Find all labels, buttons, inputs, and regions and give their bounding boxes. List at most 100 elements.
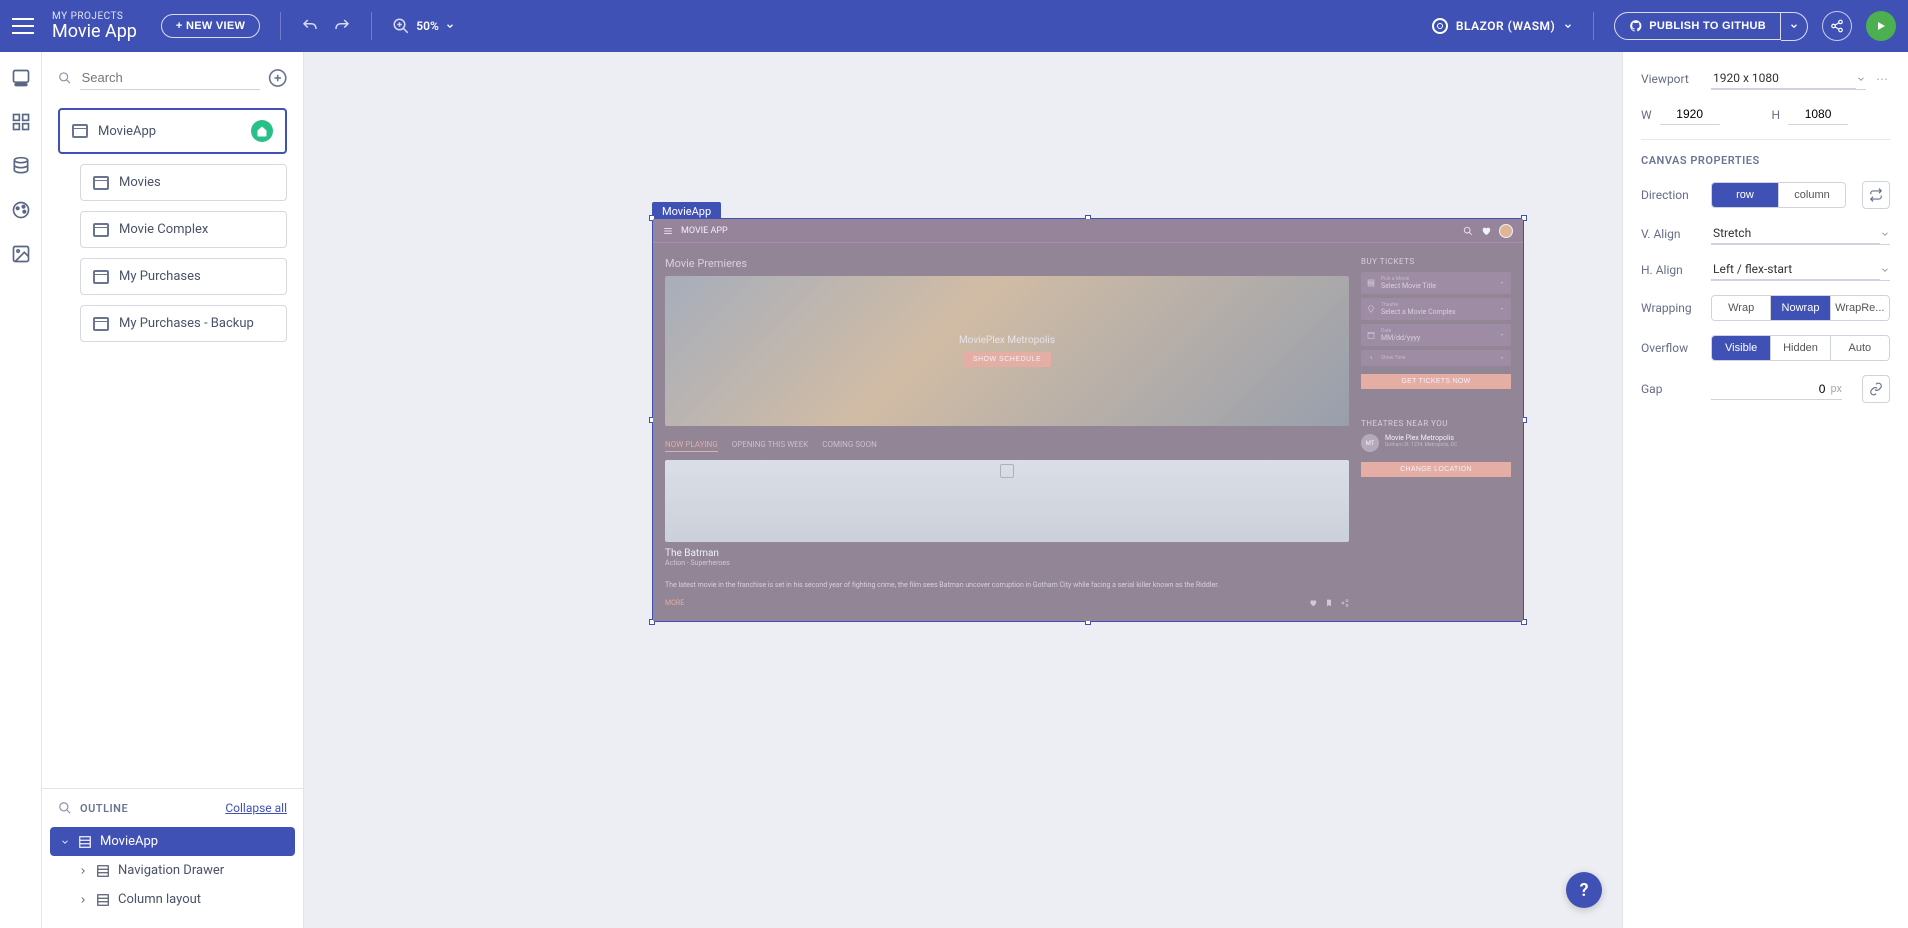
outline-header: OUTLINE	[80, 802, 128, 815]
ticket-field: Show Time	[1361, 350, 1511, 366]
search-icon	[1463, 226, 1473, 236]
chevron-down-icon	[1499, 332, 1505, 338]
swap-direction-button[interactable]	[1862, 181, 1890, 209]
left-panel: MovieApp Movies Movie Complex My Purchases M…	[42, 52, 304, 928]
ticket-field: TheatreSelect a Movie Complex	[1361, 298, 1511, 320]
chevron-down-icon	[1880, 229, 1890, 239]
segment-option[interactable]: Auto	[1831, 336, 1889, 360]
properties-panel: Viewport 1920 x 1080 ⋯ W H CANVAS PROPER…	[1622, 52, 1908, 928]
view-item[interactable]: My Purchases	[80, 258, 287, 295]
movie-description: The latest movie in the franchise is set…	[665, 581, 1349, 591]
outline-name: MovieApp	[100, 834, 158, 849]
preview-app: MOVIE APP Movie Premieres MoviePlex Metr…	[653, 219, 1523, 621]
chevron-icon	[78, 866, 88, 876]
publish-label: PUBLISH TO GITHUB	[1649, 20, 1766, 32]
view-item[interactable]: Movies	[80, 164, 287, 201]
chevron-icon	[78, 895, 88, 905]
chevron-down-icon	[445, 21, 455, 31]
publish-button[interactable]: PUBLISH TO GITHUB	[1614, 12, 1781, 40]
change-location-button: CHANGE LOCATION	[1361, 462, 1511, 477]
view-name: Movie Complex	[119, 222, 208, 237]
field-icon	[1367, 305, 1375, 313]
collapse-all-link[interactable]: Collapse all	[225, 801, 287, 815]
field-value: Select a Movie Complex	[1381, 308, 1493, 316]
undo-icon[interactable]	[301, 17, 319, 35]
theme-icon[interactable]	[11, 200, 31, 220]
project-breadcrumb[interactable]: MY PROJECTS Movie App	[52, 11, 137, 42]
view-item[interactable]: Movie Complex	[80, 211, 287, 248]
ticket-field: DateMM/dd/yyyy	[1361, 324, 1511, 346]
view-icon	[72, 124, 88, 138]
run-button[interactable]	[1866, 11, 1896, 41]
zoom-control[interactable]: 50%	[392, 17, 455, 35]
segment-option[interactable]: Hidden	[1771, 336, 1830, 360]
search-input[interactable]	[80, 66, 260, 90]
new-view-button[interactable]: + NEW VIEW	[161, 14, 260, 38]
help-button[interactable]: ?	[1566, 872, 1602, 908]
viewport-select[interactable]: 1920 x 1080	[1711, 68, 1866, 90]
share-button[interactable]	[1822, 11, 1852, 41]
view-name: Movies	[119, 175, 161, 190]
framework-selector[interactable]: BLAZOR (WASM)	[1432, 18, 1573, 34]
add-view-icon[interactable]	[268, 68, 287, 88]
gap-input[interactable]	[1768, 379, 1828, 399]
theatre-address: Gotham St. 1234, Metropolis, DC	[1385, 442, 1457, 448]
outline-item[interactable]: Column layout	[50, 885, 295, 914]
view-icon	[93, 317, 109, 331]
separator	[1593, 12, 1594, 40]
separator	[371, 12, 372, 40]
segment-option[interactable]: WrapRe...	[1831, 296, 1889, 320]
theatre-badge: MT	[1361, 434, 1379, 452]
field-icon	[1367, 279, 1375, 287]
gap-label: Gap	[1641, 382, 1701, 396]
redo-icon[interactable]	[333, 17, 351, 35]
data-icon[interactable]	[11, 156, 31, 176]
publish-dropdown[interactable]	[1781, 12, 1808, 41]
viewport-more-icon[interactable]: ⋯	[1876, 72, 1890, 86]
assets-icon[interactable]	[11, 244, 31, 264]
preview-tab: NOW PLAYING	[665, 440, 718, 452]
view-name: My Purchases - Backup	[119, 316, 254, 331]
chevron-down-icon	[1856, 74, 1866, 84]
upload-icon	[1000, 464, 1014, 478]
halign-select[interactable]: Left / flex-start	[1711, 259, 1890, 281]
project-name: Movie App	[52, 22, 137, 42]
preview-topbar: MOVIE APP	[653, 219, 1523, 243]
segment-option[interactable]: column	[1779, 183, 1845, 207]
gap-unit: px	[1830, 382, 1842, 395]
preview-tab: OPENING THIS WEEK	[732, 440, 809, 452]
heart-icon	[1309, 599, 1317, 607]
outline-item[interactable]: MovieApp	[50, 827, 295, 856]
play-icon	[1875, 20, 1887, 32]
chevron-down-icon	[1563, 21, 1573, 31]
gap-lock-button[interactable]	[1862, 375, 1890, 403]
search-icon	[58, 801, 72, 815]
outline-item[interactable]: Navigation Drawer	[50, 856, 295, 885]
layout-icon	[78, 835, 92, 849]
segment-option[interactable]: Nowrap	[1771, 296, 1830, 320]
canvas[interactable]: MovieApp MOVIE APP	[304, 52, 1622, 928]
components-icon[interactable]	[11, 112, 31, 132]
valign-select[interactable]: Stretch	[1711, 223, 1890, 245]
width-input[interactable]	[1660, 104, 1720, 125]
home-badge	[251, 120, 273, 142]
height-input[interactable]	[1788, 104, 1848, 125]
segment-option[interactable]: Visible	[1712, 336, 1771, 360]
canvas-frame[interactable]: MOVIE APP Movie Premieres MoviePlex Metr…	[652, 218, 1524, 622]
width-label: W	[1641, 108, 1652, 122]
field-value: MM/dd/yyyy	[1381, 334, 1493, 342]
viewport-value: 1920 x 1080	[1711, 68, 1856, 89]
github-icon	[1629, 19, 1643, 33]
segment-option[interactable]: Wrap	[1712, 296, 1771, 320]
avatar	[1499, 224, 1513, 238]
view-item[interactable]: MovieApp	[58, 108, 287, 154]
share-icon	[1830, 19, 1844, 33]
halign-value: Left / flex-start	[1711, 259, 1880, 280]
view-item[interactable]: My Purchases - Backup	[80, 305, 287, 342]
segment-option[interactable]: row	[1712, 183, 1779, 207]
theatre-name: Movie Plex Metropolis	[1385, 434, 1457, 442]
menu-icon[interactable]	[12, 18, 34, 34]
view-icon	[93, 176, 109, 190]
views-icon[interactable]	[11, 68, 31, 88]
more-link: MORE	[665, 599, 684, 607]
